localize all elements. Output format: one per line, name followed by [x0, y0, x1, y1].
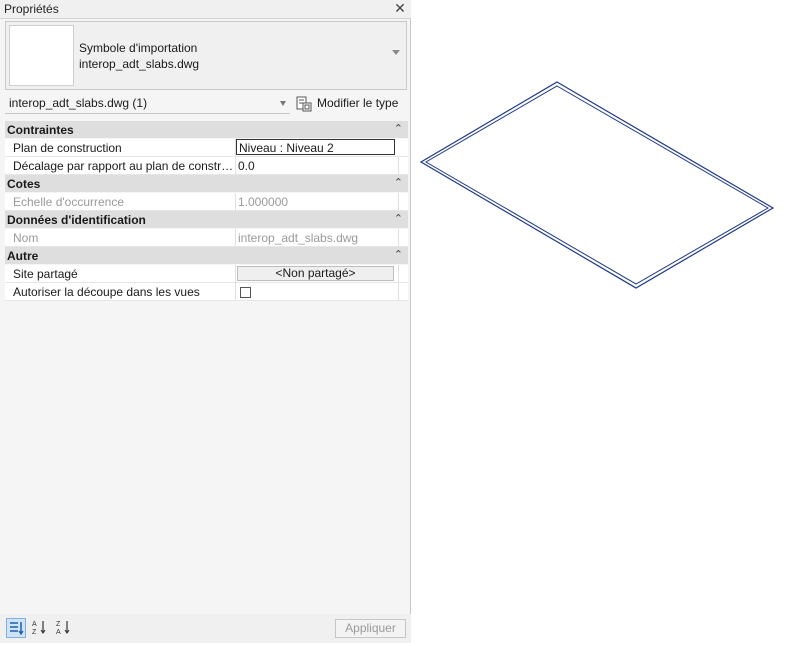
category-identification[interactable]: Données d'identification ⌃ — [5, 211, 408, 229]
svg-text:A: A — [56, 629, 61, 636]
shared-site-button[interactable]: <Non partagé> — [237, 266, 394, 281]
family-name: Symbole d'importation — [79, 41, 198, 55]
collapse-icon[interactable]: ⌃ — [394, 176, 403, 190]
property-row: Site partagé <Non partagé> — [5, 265, 408, 283]
type-name: interop_adt_slabs.dwg — [79, 57, 200, 71]
property-name: Autoriser la découpe dans les vues — [13, 285, 200, 299]
category-autre[interactable]: Autre ⌃ — [5, 247, 408, 265]
imported-slab[interactable] — [412, 0, 787, 643]
chevron-down-icon[interactable] — [280, 101, 286, 106]
type-thumbnail — [9, 25, 74, 86]
property-row: Nom interop_adt_slabs.dwg — [5, 229, 408, 247]
model-viewport[interactable] — [412, 0, 787, 643]
work-plane-value: Niveau : Niveau 2 — [239, 141, 334, 155]
property-row: Plan de construction Niveau : Niveau 2 — [5, 139, 408, 157]
sort-category-icon — [10, 622, 24, 636]
instance-filter-dropdown[interactable]: interop_adt_slabs.dwg (1) — [5, 94, 290, 114]
sort-ascending-button[interactable]: A Z — [31, 618, 51, 638]
property-name: Echelle d'occurrence — [13, 195, 125, 209]
svg-text:Z: Z — [56, 621, 61, 628]
allow-cut-checkbox[interactable] — [240, 287, 251, 298]
palette-footer: A Z Z A Appliquer — [0, 614, 411, 643]
category-label: Cotes — [7, 177, 41, 191]
collapse-icon[interactable]: ⌃ — [394, 122, 403, 136]
sort-by-category-button[interactable] — [6, 618, 26, 638]
property-row: Autoriser la découpe dans les vues — [5, 283, 408, 301]
offset-value[interactable]: 0.0 — [238, 159, 255, 173]
category-contraintes[interactable]: Contraintes ⌃ — [5, 121, 408, 139]
edit-type-label: Modifier le type — [317, 96, 399, 110]
category-label: Autre — [7, 249, 39, 263]
type-selector-preview[interactable]: Symbole d'importation interop_adt_slabs.… — [5, 21, 407, 90]
properties-palette: Propriétés ✕ Symbole d'importation inter… — [0, 0, 411, 643]
name-value: interop_adt_slabs.dwg — [238, 231, 359, 245]
palette-titlebar[interactable]: Propriétés ✕ — [0, 0, 411, 19]
properties-grid: Contraintes ⌃ Plan de construction Nivea… — [5, 121, 408, 301]
property-name: Décalage par rapport au plan de construc… — [13, 159, 234, 173]
property-row: Décalage par rapport au plan de construc… — [5, 157, 408, 175]
instance-filter-value: interop_adt_slabs.dwg (1) — [9, 96, 148, 110]
palette-title: Propriétés — [4, 2, 59, 16]
scale-value: 1.000000 — [238, 195, 289, 209]
close-icon[interactable]: ✕ — [393, 1, 407, 15]
collapse-icon[interactable]: ⌃ — [394, 248, 403, 262]
category-label: Contraintes — [7, 123, 74, 137]
edit-type-icon — [296, 96, 312, 112]
collapse-icon[interactable]: ⌃ — [394, 212, 403, 226]
category-label: Données d'identification — [7, 213, 146, 227]
property-name: Plan de construction — [13, 141, 122, 155]
property-name: Nom — [13, 231, 39, 245]
property-name: Site partagé — [13, 267, 78, 281]
sort-az-icon: A Z — [32, 621, 46, 636]
category-cotes[interactable]: Cotes ⌃ — [5, 175, 408, 193]
chevron-down-icon[interactable] — [392, 50, 400, 55]
sort-za-icon: Z A — [56, 621, 70, 636]
property-row: Echelle d'occurrence 1.000000 — [5, 193, 408, 211]
svg-text:Z: Z — [32, 629, 37, 636]
sort-descending-button[interactable]: Z A — [55, 618, 75, 638]
work-plane-field[interactable]: Niveau : Niveau 2 — [236, 139, 395, 155]
svg-text:A: A — [32, 621, 37, 628]
apply-button[interactable]: Appliquer — [335, 619, 406, 638]
